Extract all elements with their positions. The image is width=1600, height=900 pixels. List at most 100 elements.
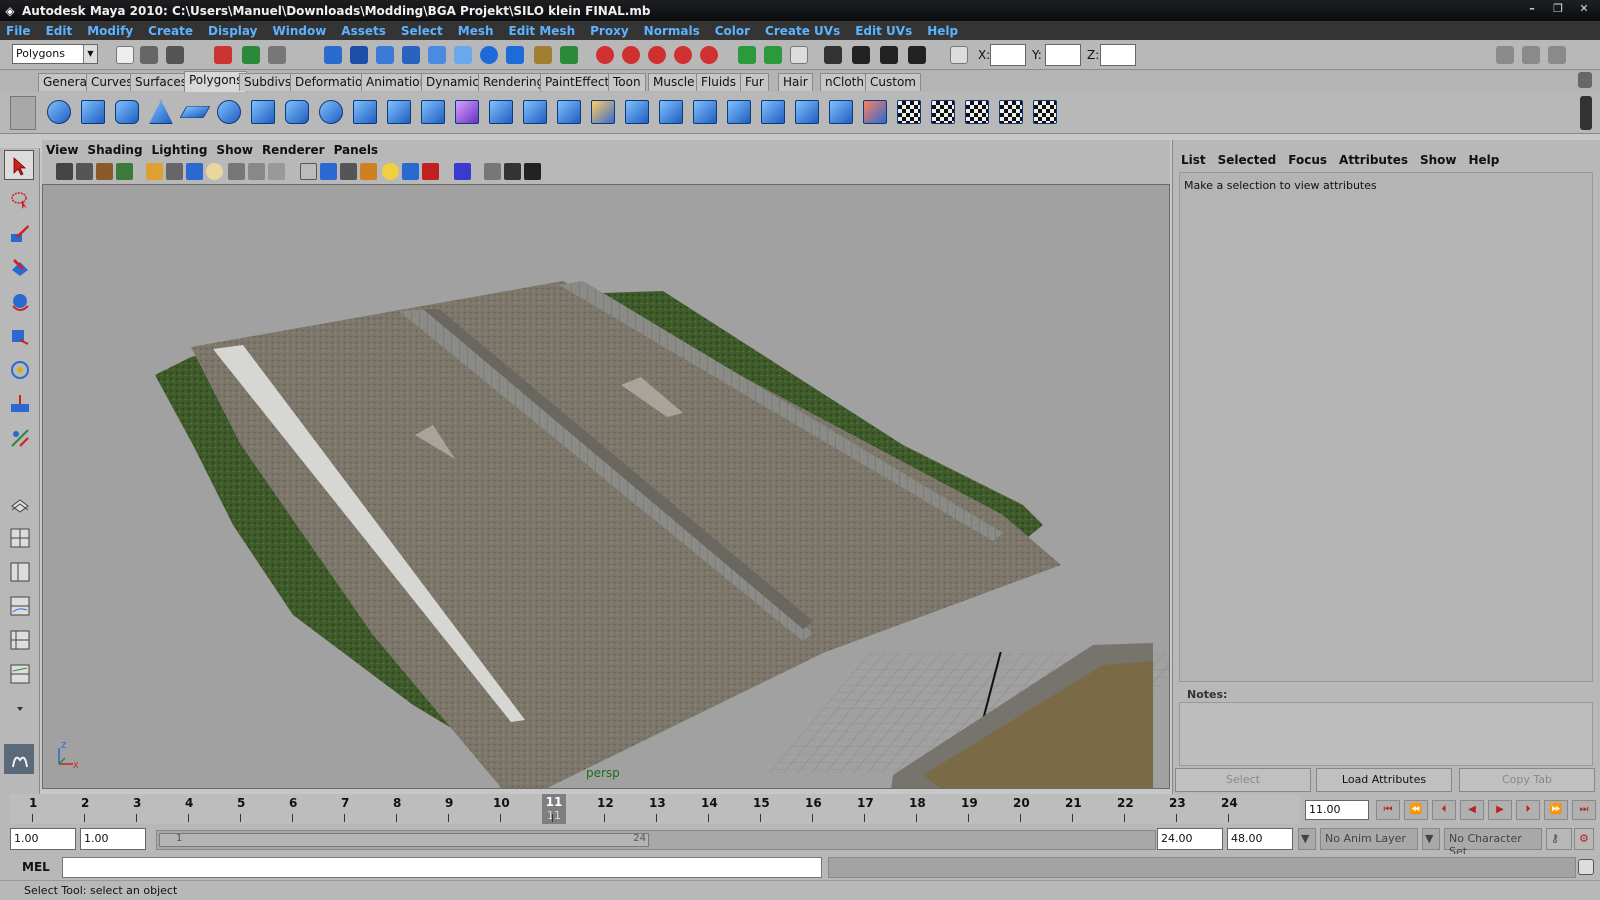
isolate-select-icon[interactable]: [454, 163, 471, 180]
ipr-render-icon[interactable]: [880, 46, 898, 64]
input-ops-icon[interactable]: [738, 46, 756, 64]
open-scene-icon[interactable]: [140, 46, 158, 64]
snap-magnet-curve-icon[interactable]: [622, 46, 640, 64]
rotate-tool[interactable]: [4, 286, 34, 316]
time-slider[interactable]: 1 2 3 4 5 6 7 8 9 10 11 11 12 13 14 15 16 17 18 19 20 21 22 23 2…: [0, 794, 1600, 824]
menu-assets[interactable]: Assets: [341, 24, 386, 38]
menu-proxy[interactable]: Proxy: [590, 24, 629, 38]
uv-checker-icon[interactable]: [894, 97, 924, 127]
image-plane-icon[interactable]: [116, 163, 133, 180]
step-back-key-icon[interactable]: ⏪: [1404, 800, 1428, 820]
menu-create-uvs[interactable]: Create UVs: [765, 24, 840, 38]
help-icon[interactable]: [506, 46, 524, 64]
menu-edit-uvs[interactable]: Edit UVs: [855, 24, 912, 38]
panel-menu-shading[interactable]: Shading: [87, 143, 142, 157]
show-manipulator-tool[interactable]: [4, 422, 34, 452]
scale-tool[interactable]: [4, 320, 34, 350]
playback-end-field[interactable]: 24.00: [1157, 828, 1223, 850]
smooth-icon[interactable]: [418, 97, 448, 127]
bridge-icon[interactable]: [520, 97, 550, 127]
move-tool[interactable]: [4, 252, 34, 282]
persp-graph-layout[interactable]: [4, 590, 34, 620]
range-bar[interactable]: 1 24: [156, 830, 1156, 850]
step-back-frame-icon[interactable]: ⏴: [1432, 800, 1456, 820]
soft-modification-tool[interactable]: [4, 388, 34, 418]
lasso-tool[interactable]: [4, 184, 34, 214]
insert-edge-loop-icon[interactable]: [622, 97, 652, 127]
offset-edge-loop-icon[interactable]: [656, 97, 686, 127]
copy-tab-button[interactable]: Copy Tab: [1459, 768, 1595, 792]
character-set-dropdown[interactable]: No Character Set: [1444, 828, 1542, 858]
mel-input[interactable]: [62, 857, 822, 878]
select-component-icon[interactable]: [268, 46, 286, 64]
go-to-end-icon[interactable]: ⏭: [1572, 800, 1596, 820]
menu-help[interactable]: Help: [927, 24, 958, 38]
bevel-icon[interactable]: [690, 97, 720, 127]
input-field-mode-icon[interactable]: [950, 46, 968, 64]
menu-display[interactable]: Display: [208, 24, 257, 38]
shelf-menu-button[interactable]: [10, 96, 36, 130]
tab-rendering[interactable]: Rendering: [478, 73, 550, 91]
tab-muscle[interactable]: Muscle: [648, 73, 700, 91]
toggle-channel-box-icon[interactable]: [1548, 46, 1566, 64]
menu-edit-mesh[interactable]: Edit Mesh: [509, 24, 576, 38]
xray-components-icon[interactable]: [524, 163, 541, 180]
mel-label[interactable]: MEL: [22, 860, 50, 874]
poly-sphere-icon[interactable]: [44, 97, 74, 127]
play-backward-icon[interactable]: ◀: [1460, 800, 1484, 820]
shelf-scroll-icon[interactable]: [1580, 96, 1592, 130]
tab-custom[interactable]: Custom: [865, 73, 921, 91]
animation-start-field[interactable]: 1.00: [10, 828, 76, 850]
separate-icon[interactable]: [384, 97, 414, 127]
toggle-tool-settings-icon[interactable]: [1522, 46, 1540, 64]
range-handle[interactable]: 1 24: [159, 833, 649, 847]
layout-options-dropdown[interactable]: [4, 692, 34, 722]
snap-curve-icon[interactable]: [376, 46, 394, 64]
menu-edit[interactable]: Edit: [46, 24, 73, 38]
x-field[interactable]: [990, 44, 1026, 66]
menu-window[interactable]: Window: [272, 24, 326, 38]
tab-subdivs[interactable]: Subdivs: [239, 73, 297, 91]
lighting-icon[interactable]: [382, 163, 399, 180]
notes-field[interactable]: [1179, 702, 1593, 766]
four-view-layout[interactable]: [4, 522, 34, 552]
tab-ncloth[interactable]: nCloth: [820, 73, 869, 91]
uv-snapshot-icon[interactable]: [928, 97, 958, 127]
panel-menu-view[interactable]: View: [46, 143, 78, 157]
chevron-down-icon[interactable]: ▼: [1298, 828, 1316, 850]
uv-editor-icon[interactable]: [1030, 97, 1060, 127]
render-settings-icon[interactable]: [908, 46, 926, 64]
menu-normals[interactable]: Normals: [644, 24, 700, 38]
poke-icon[interactable]: [758, 97, 788, 127]
menu-create[interactable]: Create: [148, 24, 193, 38]
persp-outliner-layout[interactable]: [4, 556, 34, 586]
wedge-icon[interactable]: [792, 97, 822, 127]
step-forward-key-icon[interactable]: ⏩: [1544, 800, 1568, 820]
high-quality-icon[interactable]: [422, 163, 439, 180]
minimize-button[interactable]: –: [1520, 1, 1544, 18]
current-time-field[interactable]: 11.00: [1305, 800, 1369, 820]
tab-toon[interactable]: Toon: [608, 73, 646, 91]
trash-icon[interactable]: [1578, 72, 1592, 88]
menu-file[interactable]: File: [6, 24, 31, 38]
pick-mask-icon[interactable]: [324, 46, 342, 64]
poly-prism-icon[interactable]: [248, 97, 278, 127]
lock-icon[interactable]: [534, 46, 552, 64]
wireframe-icon[interactable]: [300, 163, 317, 180]
poly-cylinder-icon[interactable]: [112, 97, 142, 127]
tab-surfaces[interactable]: Surfaces: [130, 73, 192, 91]
poly-pipe-icon[interactable]: [282, 97, 312, 127]
panel-menu-lighting[interactable]: Lighting: [152, 143, 208, 157]
panel-menu-show[interactable]: Show: [216, 143, 253, 157]
poly-cube-icon[interactable]: [78, 97, 108, 127]
poly-plane-icon[interactable]: [179, 97, 211, 127]
universal-manipulator-tool[interactable]: [4, 354, 34, 384]
xray-joints-icon[interactable]: [504, 163, 521, 180]
snap-magnet-plane-icon[interactable]: [674, 46, 692, 64]
resolution-gate-icon[interactable]: [186, 163, 203, 180]
sphere-icon[interactable]: [480, 46, 498, 64]
attr-menu-list[interactable]: List: [1181, 153, 1206, 167]
playback-start-field[interactable]: 1.00: [80, 828, 146, 850]
tab-fluids[interactable]: Fluids: [696, 73, 742, 91]
select-tool[interactable]: [4, 150, 34, 180]
